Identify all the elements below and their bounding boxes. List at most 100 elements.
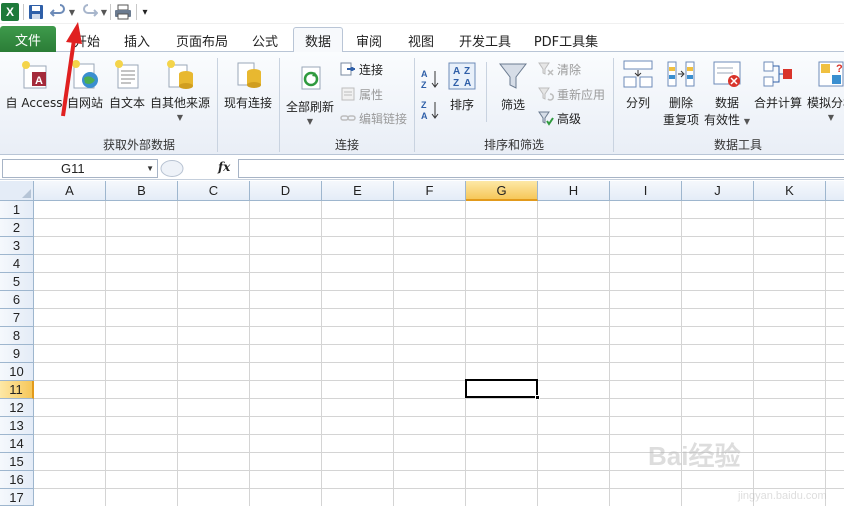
edit-links-button[interactable]: 编辑链接 (340, 108, 407, 128)
customize-toolbar-icon[interactable]: ▾ (139, 2, 151, 22)
select-all-button[interactable] (0, 181, 34, 201)
clear-filter-button[interactable]: 清除 (538, 59, 581, 79)
sort-descending-button[interactable]: ZA (420, 98, 440, 122)
column-header-b[interactable]: B (106, 181, 178, 201)
insert-function-icon[interactable]: fx (218, 160, 230, 174)
row-header-10[interactable]: 10 (0, 363, 34, 381)
remove-duplicates-button[interactable]: 删除 重复项 (660, 58, 702, 128)
column-header-h[interactable]: H (538, 181, 610, 201)
reapply-filter-label: 重新应用 (557, 87, 606, 102)
svg-text:A: A (421, 69, 428, 79)
expand-handle-icon[interactable] (160, 159, 184, 178)
grid-line (177, 201, 178, 506)
save-icon[interactable] (27, 2, 45, 22)
column-header-f[interactable]: F (394, 181, 466, 201)
link-icon (340, 110, 356, 126)
grid-line (105, 201, 106, 506)
column-header-d[interactable]: D (250, 181, 322, 201)
row-header-8[interactable]: 8 (0, 327, 34, 345)
access-database-icon: A (18, 58, 50, 90)
row-header-14[interactable]: 14 (0, 435, 34, 453)
row-header-17[interactable]: 17 (0, 489, 34, 506)
text-to-columns-button[interactable]: 分列 (618, 58, 658, 111)
svg-text:Z: Z (464, 66, 470, 77)
row-header-6[interactable]: 6 (0, 291, 34, 309)
data-validation-button[interactable]: 数据 有效性 ▼ (704, 58, 750, 128)
refresh-all-button[interactable]: 全部刷新 ▼ (284, 62, 336, 126)
name-box[interactable]: G11 ▼ (2, 159, 158, 178)
row-header-1[interactable]: 1 (0, 201, 34, 219)
column-header-e[interactable]: E (322, 181, 394, 201)
column-header-l[interactable] (826, 181, 844, 201)
tab-pdf-tools[interactable]: PDF工具集 (528, 28, 604, 52)
tab-review[interactable]: 审阅 (346, 28, 392, 52)
from-other-sources-label: 自其他来源 (149, 96, 210, 110)
tab-data[interactable]: 数据 (293, 27, 343, 52)
grid-line (34, 362, 844, 363)
remove-duplicates-label-1: 删除 (668, 96, 693, 110)
sort-za-icon: ZA (420, 99, 440, 121)
filter-funnel-icon (497, 60, 529, 92)
consolidate-button[interactable]: 合并计算 (752, 58, 804, 111)
row-header-15[interactable]: 15 (0, 453, 34, 471)
annotation-arrow-icon (61, 22, 82, 117)
column-header-k[interactable]: K (754, 181, 826, 201)
name-box-dropdown-icon[interactable]: ▼ (146, 164, 154, 173)
row-header-2[interactable]: 2 (0, 219, 34, 237)
grid-line (249, 201, 250, 506)
formula-input[interactable] (238, 159, 844, 178)
grid-line (34, 380, 844, 381)
filter-button[interactable]: 筛选 (494, 60, 532, 113)
tab-view[interactable]: 视图 (398, 28, 444, 52)
connections-button[interactable]: 连接 (340, 59, 383, 79)
row-header-16[interactable]: 16 (0, 471, 34, 489)
sort-button[interactable]: AZZA 排序 (444, 60, 480, 113)
column-header-i[interactable]: I (610, 181, 682, 201)
column-header-g[interactable]: G (466, 181, 538, 201)
print-icon[interactable] (113, 2, 133, 22)
row-header-9[interactable]: 9 (0, 345, 34, 363)
row-header-3[interactable]: 3 (0, 237, 34, 255)
from-other-sources-button[interactable]: 自其他来源 ▼ (148, 58, 212, 122)
column-header-j[interactable]: J (682, 181, 754, 201)
selected-cell[interactable] (465, 379, 538, 398)
column-header-c[interactable]: C (178, 181, 250, 201)
other-sources-icon (164, 58, 196, 90)
row-header-11[interactable]: 11 (0, 381, 34, 399)
reapply-filter-button[interactable]: 重新应用 (538, 84, 605, 104)
connections-label: 连接 (359, 62, 384, 77)
svg-text:A: A (453, 66, 460, 77)
grid-line (393, 201, 394, 506)
data-validation-label-2: 有效性 ▼ (704, 113, 750, 127)
tab-insert[interactable]: 插入 (114, 28, 160, 52)
text-to-columns-icon (622, 58, 654, 90)
advanced-filter-button[interactable]: 高级 (538, 108, 581, 128)
existing-connections-label: 现有连接 (223, 96, 272, 110)
quick-access-toolbar: X ▼ ▼ ▾ (0, 0, 844, 24)
toolbar-divider (110, 4, 111, 20)
row-header-5[interactable]: 5 (0, 273, 34, 291)
tab-file[interactable]: 文件 (0, 26, 56, 52)
from-access-button[interactable]: A 自 Access (4, 58, 64, 111)
text-file-icon (111, 58, 143, 90)
tab-developer[interactable]: 开发工具 (452, 28, 518, 52)
properties-icon (340, 86, 356, 102)
from-text-button[interactable]: 自文本 (106, 58, 148, 111)
properties-button[interactable]: 属性 (340, 84, 383, 104)
row-header-12[interactable]: 12 (0, 399, 34, 417)
fill-handle[interactable] (535, 395, 540, 400)
tab-formulas[interactable]: 公式 (243, 28, 287, 52)
baidu-watermark: Bai经验 jingyan.baidu.com (640, 430, 844, 506)
row-header-13[interactable]: 13 (0, 417, 34, 435)
tab-page-layout[interactable]: 页面布局 (170, 28, 234, 52)
column-header-a[interactable]: A (34, 181, 106, 201)
grid-line (34, 416, 844, 417)
row-header-4[interactable]: 4 (0, 255, 34, 273)
existing-connections-button[interactable]: 现有连接 (220, 58, 276, 111)
redo-dropdown-icon[interactable]: ▼ (100, 2, 108, 22)
what-if-analysis-button[interactable]: ? 模拟分析 ▼ (806, 58, 844, 122)
group-label-sort-filter: 排序和筛选 (483, 138, 544, 152)
row-header-7[interactable]: 7 (0, 309, 34, 327)
excel-logo-icon[interactable]: X (1, 3, 19, 21)
sort-ascending-button[interactable]: AZ (420, 67, 440, 91)
